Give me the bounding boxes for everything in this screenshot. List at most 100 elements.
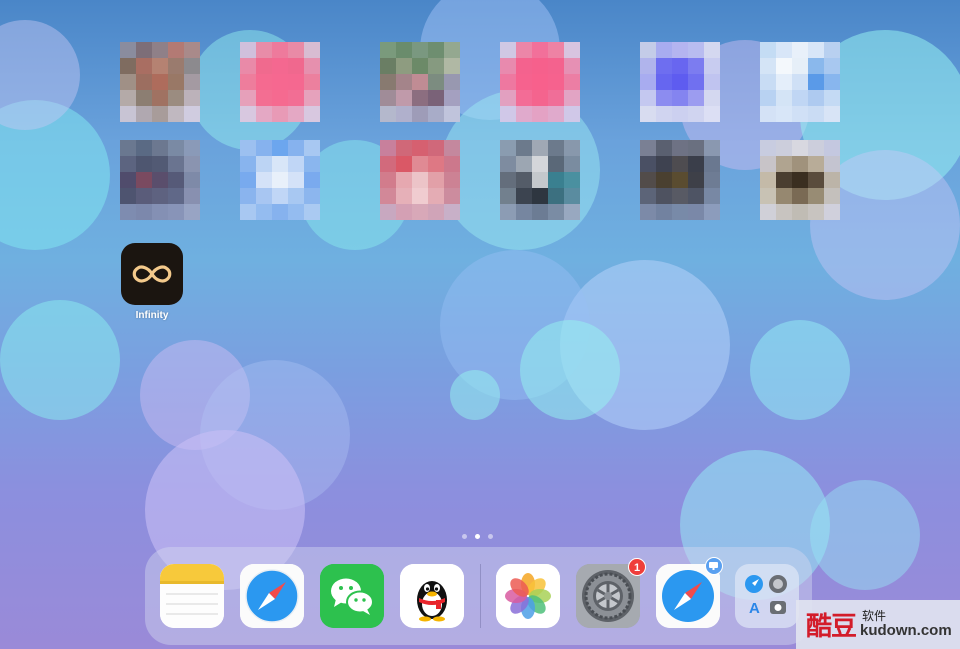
pixel-cell [688, 90, 704, 106]
wechat-app[interactable] [320, 564, 384, 628]
pixel-cell [704, 172, 720, 188]
pixel-cell [688, 204, 704, 220]
pixel-cell [428, 42, 444, 58]
blurred-app-9[interactable] [380, 140, 460, 220]
pixel-cell [240, 140, 256, 156]
pixel-cell [640, 74, 656, 90]
pixel-cell [120, 140, 136, 156]
app-library-button[interactable]: A [735, 564, 799, 628]
pixel-cell [120, 156, 136, 172]
pixel-cell [120, 90, 136, 106]
watermark-domain: kudown.com [860, 622, 952, 639]
pixel-cell [272, 58, 288, 74]
pixel-cell [136, 172, 152, 188]
pixel-cell [672, 204, 688, 220]
qq-app[interactable] [400, 564, 464, 628]
pixel-cell [532, 74, 548, 90]
pixel-cell [688, 156, 704, 172]
pixel-cell [152, 204, 168, 220]
blurred-app-1[interactable] [120, 42, 200, 122]
pixel-cell [272, 156, 288, 172]
pixel-cell [120, 188, 136, 204]
pixel-cell [120, 58, 136, 74]
pixel-cell [444, 156, 460, 172]
pixel-cell [152, 188, 168, 204]
pixel-cell [396, 74, 412, 90]
blurred-app-10[interactable] [500, 140, 580, 220]
pixel-cell [184, 140, 200, 156]
pixel-cell [548, 188, 564, 204]
pixel-cell [380, 188, 396, 204]
pixel-cell [396, 188, 412, 204]
pixel-cell [516, 58, 532, 74]
blurred-app-12[interactable] [760, 140, 840, 220]
pixel-cell [548, 90, 564, 106]
pixel-cell [656, 156, 672, 172]
pixel-cell [824, 204, 840, 220]
pixel-cell [396, 58, 412, 74]
pixel-cell [640, 140, 656, 156]
pixel-cell [532, 42, 548, 58]
watermark-brand: 酷豆 [806, 611, 857, 641]
safari-icon [240, 564, 304, 628]
pixel-cell [304, 90, 320, 106]
handoff-badge [705, 557, 723, 575]
pixel-cell [256, 156, 272, 172]
pixel-cell [548, 74, 564, 90]
pixel-cell [444, 172, 460, 188]
blurred-app-8[interactable] [240, 140, 320, 220]
pixel-cell [152, 140, 168, 156]
pixel-cell [532, 140, 548, 156]
blurred-app-2[interactable] [240, 42, 320, 122]
pixel-cell [704, 204, 720, 220]
blurred-app-6[interactable] [760, 42, 840, 122]
pixel-cell [240, 172, 256, 188]
pixel-cell [272, 140, 288, 156]
pixel-cell [288, 204, 304, 220]
pixel-cell [672, 156, 688, 172]
pixel-cell [500, 140, 516, 156]
pixel-cell [272, 188, 288, 204]
pixel-cell [808, 74, 824, 90]
pixel-cell [792, 58, 808, 74]
pixel-cell [168, 58, 184, 74]
pixel-cell [516, 204, 532, 220]
pixel-cell [516, 90, 532, 106]
pixel-cell [688, 140, 704, 156]
pixel-cell [824, 140, 840, 156]
pixel-cell [672, 172, 688, 188]
pixel-cell [564, 188, 580, 204]
pixel-cell [532, 58, 548, 74]
blurred-app-7[interactable] [120, 140, 200, 220]
pixel-cell [184, 90, 200, 106]
pixel-cell [396, 172, 412, 188]
pixel-cell [500, 74, 516, 90]
pixel-cell [256, 172, 272, 188]
blurred-app-5[interactable] [640, 42, 720, 122]
blurred-app-tile [120, 140, 200, 220]
blurred-app-tile [240, 42, 320, 122]
pixel-cell [184, 106, 200, 122]
infinity-app-label: Infinity [135, 310, 169, 321]
pixel-cell [240, 204, 256, 220]
safari-app[interactable] [240, 564, 304, 628]
blurred-app-4[interactable] [500, 42, 580, 122]
blurred-app-tile [120, 42, 200, 122]
pixel-cell [240, 74, 256, 90]
pixel-cell [672, 58, 688, 74]
pixel-cell [516, 140, 532, 156]
pixel-cell [428, 58, 444, 74]
notes-app[interactable] [160, 564, 224, 628]
pixel-cell [304, 58, 320, 74]
blurred-app-3[interactable] [380, 42, 460, 122]
pixel-cell [548, 58, 564, 74]
pixel-cell [704, 188, 720, 204]
pixel-cell [776, 58, 792, 74]
page-dot [462, 534, 467, 539]
infinity-app-icon[interactable] [121, 243, 183, 305]
pixel-cell [396, 140, 412, 156]
blurred-app-11[interactable] [640, 140, 720, 220]
photos-app[interactable] [496, 564, 560, 628]
page-indicator[interactable] [462, 534, 493, 539]
pixel-cell [288, 58, 304, 74]
